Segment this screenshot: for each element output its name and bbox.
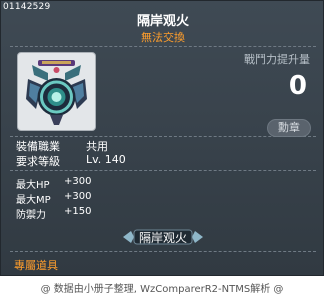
divider [10, 170, 316, 171]
item-title: 隔岸观火 [136, 14, 189, 29]
set-button-label: 隔岸观火 [138, 231, 187, 245]
divider [10, 136, 316, 137]
stat-label: 防禦力 [16, 210, 46, 221]
requirement-label: 要求等級 [16, 155, 60, 168]
stat-label: 最大HP [16, 180, 50, 191]
stat-value: +150 [64, 206, 92, 217]
item-tooltip-card: 01142529 隔岸观火 無法交換 戰鬥力提升量 0 勳章 裝備職業 共用 要… [0, 0, 324, 276]
trade-status: 無法交換 [141, 31, 185, 44]
requirement-value: 共用 [86, 140, 108, 153]
power-value: 0 [288, 71, 307, 101]
exclusive-item-label: 專屬道具 [14, 259, 58, 272]
requirement-label: 裝備職業 [16, 140, 60, 153]
item-icon-frame [17, 52, 96, 131]
set-name-button[interactable]: 隔岸观火 [121, 228, 205, 246]
stat-value: +300 [64, 176, 92, 187]
divider [10, 251, 316, 252]
stat-value: +300 [64, 191, 92, 202]
medal-item-icon [26, 60, 87, 125]
medal-button[interactable]: 勳章 [267, 119, 311, 137]
divider [10, 46, 316, 47]
power-label: 戰鬥力提升量 [244, 53, 310, 66]
requirement-value: Lv. 140 [86, 153, 126, 166]
stat-label: 最大MP [16, 195, 51, 206]
source-footer: @ 数据由小册子整理, WzComparerR2-NTMS解析 @ [40, 284, 284, 295]
